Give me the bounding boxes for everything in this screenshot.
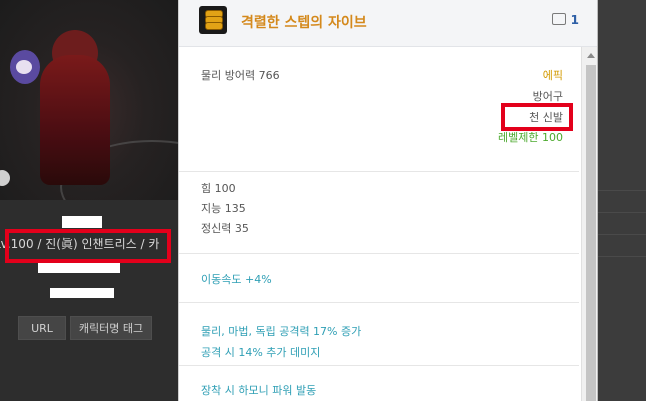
- move-speed: 이동속도 +4%: [201, 273, 272, 286]
- highlight-box-character-info: [5, 229, 171, 263]
- divider: [598, 212, 646, 213]
- coin: [205, 22, 223, 30]
- comment-icon: [551, 13, 566, 25]
- divider: [598, 234, 646, 235]
- speed-section: 이동속도 +4%: [179, 254, 579, 303]
- category-label: 방어구: [532, 90, 563, 103]
- comment-button[interactable]: 1: [551, 13, 579, 27]
- coin-stack-icon: [199, 6, 227, 34]
- redacted-guild: [38, 263, 120, 273]
- set-effect: 장착 시 하모니 파워 발동: [201, 384, 317, 397]
- scroll-thumb[interactable]: [586, 65, 596, 401]
- divider: [598, 190, 646, 191]
- character-tag-button[interactable]: 캐릭터명 태그: [70, 316, 152, 340]
- scroll-up-arrow-icon[interactable]: [587, 53, 595, 58]
- stat-section: 힘 100 지능 135 정신력 35: [179, 172, 579, 254]
- redacted-server: [50, 288, 114, 298]
- item-tooltip: 격렬한 스텝의 자이브 1 물리 방어력 766 에픽 방어구 천 신발 레벨제…: [178, 0, 598, 401]
- divider: [598, 256, 646, 257]
- stat-intelligence: 지능 135: [201, 202, 246, 215]
- character-body: [40, 55, 110, 185]
- set-section: 장착 시 하모니 파워 발동: [179, 366, 579, 401]
- comment-count: 1: [570, 13, 579, 27]
- rarity-label: 에픽: [542, 69, 563, 82]
- level-limit: 레벨제한 100: [498, 131, 563, 144]
- item-name: 격렬한 스텝의 자이브: [241, 15, 367, 31]
- pet-face: [16, 60, 32, 74]
- highlight-box-subtype: [501, 103, 573, 131]
- url-button[interactable]: URL: [18, 316, 66, 340]
- effect-attack: 물리, 마법, 독립 공격력 17% 증가: [201, 325, 362, 338]
- effect-section: 물리, 마법, 독립 공격력 17% 증가 공격 시 14% 추가 데미지: [179, 303, 579, 366]
- defense-stat: 물리 방어력 766: [201, 69, 280, 82]
- tooltip-scrollbar[interactable]: [581, 47, 597, 401]
- tooltip-header: 격렬한 스텝의 자이브 1: [179, 0, 597, 47]
- stat-spirit: 정신력 35: [201, 222, 249, 235]
- character-profile-panel: Lv.100 / 진(眞) 인챈트리스 / 카 URL 캐릭터명 태그: [0, 0, 178, 401]
- character-image: [0, 0, 178, 200]
- effect-damage: 공격 시 14% 추가 데미지: [201, 346, 321, 359]
- background-list: [598, 0, 646, 401]
- stat-strength: 힘 100: [201, 182, 236, 195]
